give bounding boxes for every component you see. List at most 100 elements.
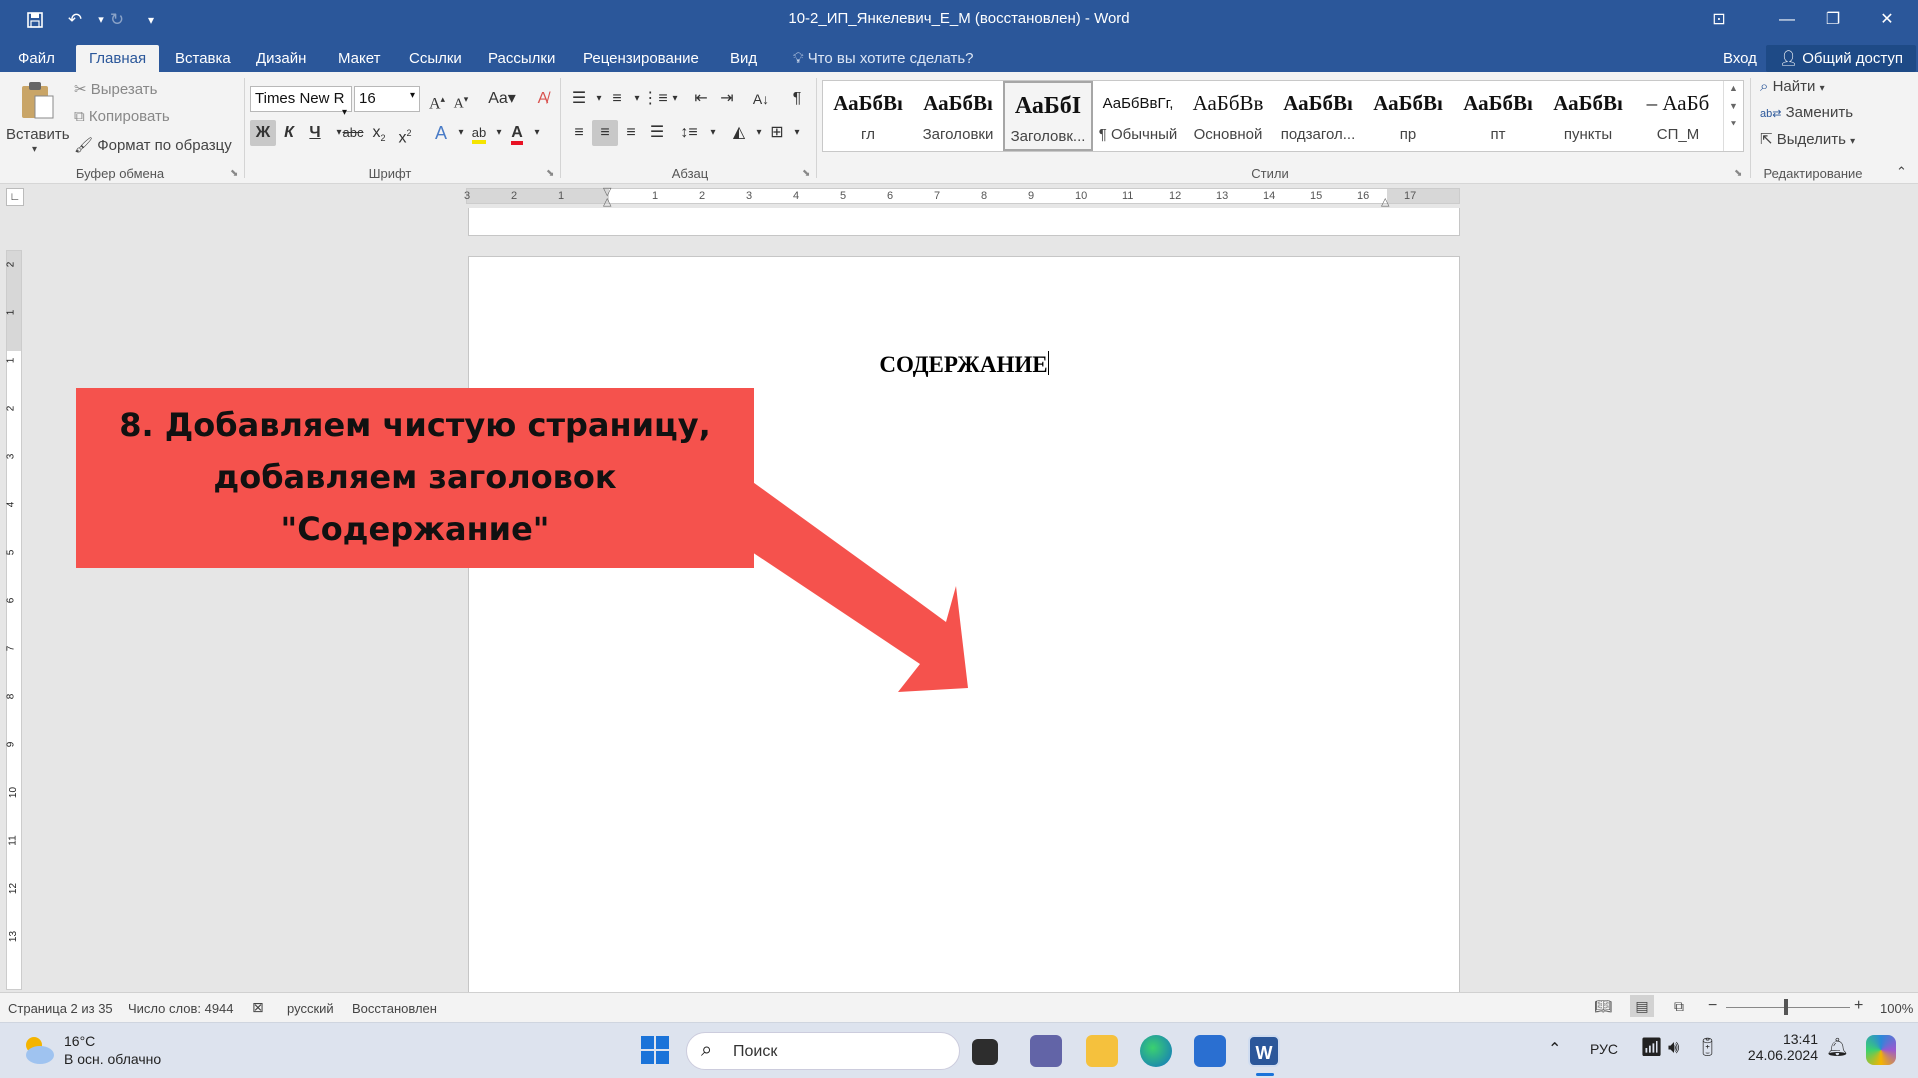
chevron-down-icon[interactable]: ▾ — [662, 86, 688, 112]
read-mode-icon[interactable]: 📖︎ — [1594, 998, 1612, 1015]
chevron-down-icon[interactable]: ▾ — [700, 120, 726, 146]
style-item[interactable]: АаБбВı пункты — [1543, 81, 1633, 151]
italic-button[interactable]: К — [276, 120, 302, 146]
style-item[interactable]: АаБбВвГг, ¶ Обычный — [1093, 81, 1183, 151]
teams-icon[interactable] — [1030, 1035, 1062, 1067]
tell-me-search[interactable]: 💡︎ Что вы хотите сделать? — [780, 45, 987, 72]
chevron-up-icon[interactable]: ⌃ — [1548, 1039, 1561, 1059]
clock[interactable]: 13:41 24.06.2024 — [1742, 1031, 1818, 1063]
input-language[interactable]: РУС — [1590, 1041, 1618, 1057]
tab-mailings[interactable]: Рассылки — [475, 45, 568, 72]
style-item[interactable]: АаБбВı пр — [1363, 81, 1453, 151]
clear-formatting-icon[interactable]: A̸ — [530, 86, 556, 112]
change-case-icon[interactable]: Aa▾ — [484, 86, 520, 112]
style-item[interactable]: – АаБб СП_М — [1633, 81, 1723, 151]
subscript-icon[interactable]: x2 — [366, 120, 392, 146]
ribbon-display-options-icon[interactable]: ⊡ — [1696, 0, 1742, 40]
decrease-indent-icon[interactable]: ⇤ — [688, 86, 714, 112]
tab-file[interactable]: Файл — [5, 45, 68, 72]
tab-selector-icon[interactable]: ∟ — [6, 188, 24, 206]
font-launcher-icon[interactable]: ⬊ — [546, 168, 554, 179]
styles-scrollbar[interactable]: ▲ ▼ ⯆ — [1723, 81, 1743, 151]
zoom-in-icon[interactable]: + — [1854, 997, 1863, 1015]
format-painter-button[interactable]: 🖌︎ Формат по образцу — [74, 136, 232, 154]
strikethrough-button[interactable]: abc — [340, 120, 366, 146]
file-explorer-icon[interactable] — [1086, 1035, 1118, 1067]
clipboard-launcher-icon[interactable]: ⬊ — [230, 168, 238, 179]
windows-start-icon[interactable] — [640, 1035, 670, 1069]
style-item[interactable]: АаБбВв Основной — [1183, 81, 1273, 151]
zoom-level[interactable]: 100% — [1880, 1001, 1913, 1016]
task-view-icon[interactable] — [972, 1039, 998, 1065]
zoom-slider-thumb[interactable] — [1784, 999, 1788, 1015]
word-count[interactable]: Число слов: 4944 — [128, 1001, 234, 1016]
style-item[interactable]: АаБбВı Заголовки — [913, 81, 1003, 151]
chevron-down-icon[interactable]: ▾ — [784, 120, 810, 146]
vertical-ruler[interactable]: 2 1 1 2 3 4 5 6 7 8 9 10 11 12 13 — [5, 250, 22, 990]
shrink-font-icon[interactable]: A▾ — [448, 86, 474, 112]
page-counter[interactable]: Страница 2 из 35 — [8, 1001, 113, 1016]
copy-button[interactable]: ⧉ Копировать — [74, 108, 170, 125]
underline-button[interactable]: Ч — [302, 120, 328, 146]
justify-icon[interactable]: ☰ — [644, 120, 670, 146]
web-layout-icon[interactable]: ⧉ — [1674, 998, 1684, 1015]
align-center-icon[interactable]: ≡ — [592, 120, 618, 146]
superscript-icon[interactable]: x2 — [392, 120, 418, 146]
horizontal-ruler[interactable]: 3 2 1 1 2 3 4 5 6 7 8 9 10 11 12 13 14 15 16 17 ▽ △ △ — [464, 186, 1460, 208]
sort-icon[interactable]: A↓ — [748, 86, 774, 112]
close-icon[interactable]: ✕ — [1864, 0, 1910, 40]
style-item[interactable]: АаБбВı пт — [1453, 81, 1543, 151]
font-size-select[interactable]: 16 ▾ — [354, 86, 420, 112]
language-indicator[interactable]: русский — [287, 1001, 334, 1016]
paragraph-launcher-icon[interactable]: ⬊ — [802, 168, 810, 179]
scroll-up-icon[interactable]: ▲ — [1724, 83, 1743, 93]
notifications-icon[interactable]: 🔔︎ — [1826, 1037, 1849, 1058]
tab-view[interactable]: Вид — [717, 45, 770, 72]
align-right-icon[interactable]: ≡ — [618, 120, 644, 146]
cut-button[interactable]: ✂ Вырезать — [74, 80, 157, 98]
chevron-down-icon[interactable]: ▾ — [524, 120, 550, 146]
tab-review[interactable]: Рецензирование — [570, 45, 712, 72]
paste-button[interactable]: Вставить ▾ — [6, 78, 70, 162]
volume-icon[interactable]: 🔊︎ — [1668, 1037, 1679, 1058]
increase-indent-icon[interactable]: ⇥ — [714, 86, 740, 112]
word-icon[interactable]: W — [1248, 1035, 1280, 1067]
sign-in-link[interactable]: Вход — [1710, 45, 1770, 72]
more-styles-icon[interactable]: ⯆ — [1724, 119, 1743, 130]
replace-button[interactable]: ab⇄ Заменить — [1760, 104, 1853, 121]
tab-insert[interactable]: Вставка — [162, 45, 244, 72]
right-indent-marker[interactable]: △ — [1381, 195, 1389, 208]
taskbar-search[interactable]: ⌕ Поиск — [686, 1032, 960, 1070]
battery-icon[interactable]: 🔋︎ — [1696, 1037, 1719, 1058]
style-item[interactable]: АаБбВı гл — [823, 81, 913, 151]
find-button[interactable]: ⌕ Найти ▾ — [1760, 78, 1825, 95]
wifi-icon[interactable]: 📶︎ — [1640, 1037, 1663, 1058]
align-left-icon[interactable]: ≡ — [566, 120, 592, 146]
pilcrow-icon[interactable]: ¶ — [784, 86, 810, 112]
copilot-icon[interactable] — [1866, 1035, 1896, 1065]
store-icon[interactable] — [1194, 1035, 1226, 1067]
weather-widget[interactable]: 16°C В осн. облачно — [20, 1033, 161, 1071]
line-spacing-icon[interactable]: ↕≡ — [676, 120, 702, 146]
restore-icon[interactable]: ❐ — [1810, 0, 1856, 40]
print-layout-icon[interactable]: ▤ — [1630, 995, 1654, 1017]
collapse-ribbon-icon[interactable]: ⌃ — [1896, 164, 1907, 180]
tab-design[interactable]: Дизайн — [243, 45, 319, 72]
edge-icon[interactable] — [1140, 1035, 1172, 1067]
tab-home[interactable]: Главная — [76, 45, 160, 72]
style-item-selected[interactable]: АаБбI Заголовк... — [1003, 81, 1093, 151]
minimize-icon[interactable]: — — [1764, 0, 1810, 40]
tab-layout[interactable]: Макет — [325, 45, 393, 72]
zoom-out-icon[interactable]: − — [1708, 997, 1717, 1015]
styles-launcher-icon[interactable]: ⬊ — [1734, 168, 1742, 179]
proofing-icon[interactable]: ⊠ — [252, 999, 264, 1016]
left-indent-marker[interactable]: △ — [603, 195, 611, 208]
document-heading[interactable]: СОДЕРЖАНИЕ — [469, 351, 1459, 378]
font-name-select[interactable]: Times New R ▾ — [250, 86, 352, 118]
grow-font-icon[interactable]: A▴ — [424, 86, 450, 112]
style-item[interactable]: АаБбВı подзагол... — [1273, 81, 1363, 151]
zoom-slider[interactable] — [1726, 1007, 1850, 1008]
bold-button[interactable]: Ж — [250, 120, 276, 146]
scroll-down-icon[interactable]: ▼ — [1724, 101, 1743, 111]
tab-references[interactable]: Ссылки — [396, 45, 475, 72]
